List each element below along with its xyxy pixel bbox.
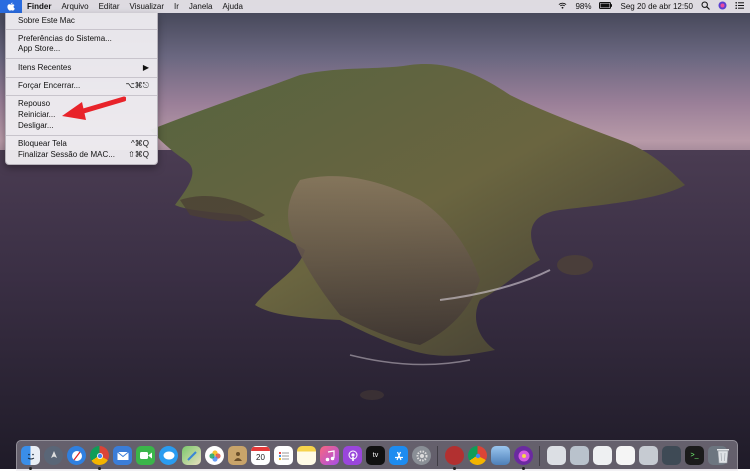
- folder-icon[interactable]: [570, 446, 589, 465]
- menu-shortcut: ⌥⌘⎋: [125, 81, 149, 90]
- menu-separator: [6, 58, 157, 59]
- menu-item-label: Desligar...: [18, 121, 54, 130]
- menu-item-app-store[interactable]: App Store...: [18, 44, 151, 54]
- finder-icon[interactable]: [21, 446, 40, 465]
- menu-editar[interactable]: Editar: [94, 0, 125, 13]
- notification-center-icon[interactable]: [735, 1, 744, 12]
- dock: 20 tv >_: [16, 440, 738, 471]
- window-thumbnail[interactable]: [662, 446, 681, 465]
- menu-item-label: Finalizar Sessão de MAC...: [18, 150, 115, 159]
- app-store-icon[interactable]: [389, 446, 408, 465]
- apple-logo-icon[interactable]: [0, 0, 22, 13]
- menu-arquivo[interactable]: Arquivo: [56, 0, 93, 13]
- battery-percent[interactable]: 98%: [575, 2, 591, 11]
- menu-ir[interactable]: Ir: [169, 0, 184, 13]
- chrome-icon[interactable]: [90, 446, 109, 465]
- status-area: 98% Seg 20 de abr 12:50: [558, 0, 744, 13]
- calendar-day: 20: [256, 453, 265, 462]
- maps-icon[interactable]: [182, 446, 201, 465]
- mail-icon[interactable]: [113, 446, 132, 465]
- menu-separator: [6, 135, 157, 136]
- trash-icon[interactable]: [713, 446, 732, 465]
- menu-item-log-out[interactable]: Finalizar Sessão de MAC... ⇧⌘Q: [18, 150, 151, 160]
- chrome-canary-icon[interactable]: [468, 446, 487, 465]
- document-icon[interactable]: [593, 446, 612, 465]
- menu-ajuda[interactable]: Ajuda: [218, 0, 248, 13]
- menu-item-label: Repouso: [18, 99, 51, 108]
- music-icon[interactable]: [320, 446, 339, 465]
- menu-item-lock-screen[interactable]: Bloquear Tela ^⌘Q: [18, 139, 151, 149]
- photo-booth-icon[interactable]: [445, 446, 464, 465]
- menu-separator: [6, 29, 157, 30]
- menu-item-about-this-mac[interactable]: Sobre Este Mac: [18, 16, 151, 26]
- document-icon-2[interactable]: [616, 446, 635, 465]
- menu-item-recent-items[interactable]: Itens Recentes ▶: [18, 63, 151, 73]
- preview-icon[interactable]: [491, 446, 510, 465]
- notes-icon[interactable]: [297, 446, 316, 465]
- menu-shortcut: ⇧⌘Q: [128, 150, 149, 159]
- menu-janela[interactable]: Janela: [184, 0, 218, 13]
- siri-icon[interactable]: [718, 1, 727, 12]
- menu-separator: [6, 77, 157, 78]
- wifi-icon[interactable]: [558, 1, 567, 12]
- dock-separator: [539, 446, 540, 466]
- submenu-arrow-icon: ▶: [142, 63, 149, 72]
- menu-shortcut: ^⌘Q: [131, 139, 149, 148]
- screenshot-icon[interactable]: [547, 446, 566, 465]
- terminal-icon[interactable]: >_: [685, 446, 704, 465]
- reminders-icon[interactable]: [274, 446, 293, 465]
- menu-visualizar[interactable]: Visualizar: [124, 0, 169, 13]
- menu-item-label: App Store...: [18, 44, 61, 53]
- menu-item-force-quit[interactable]: Forçar Encerrar... ⌥⌘⎋: [18, 81, 151, 91]
- search-icon[interactable]: [701, 1, 710, 12]
- menu-finder[interactable]: Finder: [22, 0, 56, 13]
- podcasts-icon[interactable]: [343, 446, 362, 465]
- menu-item-label: Preferências do Sistema...: [18, 34, 112, 43]
- launchpad-icon[interactable]: [44, 446, 63, 465]
- messages-icon[interactable]: [159, 446, 178, 465]
- menu-item-system-preferences[interactable]: Preferências do Sistema...: [18, 34, 151, 44]
- menu-item-label: Forçar Encerrar...: [18, 81, 81, 90]
- menu-item-label: Reiniciar...: [18, 110, 56, 119]
- clock[interactable]: Seg 20 de abr 12:50: [620, 2, 693, 11]
- menu-item-label: Sobre Este Mac: [18, 16, 75, 25]
- red-arrow-annotation-icon: [62, 96, 126, 120]
- photos-icon[interactable]: [205, 446, 224, 465]
- safari-icon[interactable]: [67, 446, 86, 465]
- flower-app-icon[interactable]: [514, 446, 533, 465]
- menu-item-label: Itens Recentes: [18, 63, 72, 72]
- system-preferences-icon[interactable]: [412, 446, 431, 465]
- facetime-icon[interactable]: [136, 446, 155, 465]
- contacts-icon[interactable]: [228, 446, 247, 465]
- screenshot-thumbnail[interactable]: [639, 446, 658, 465]
- menu-bar: Finder Arquivo Editar Visualizar Ir Jane…: [0, 0, 750, 13]
- menu-item-label: Bloquear Tela: [18, 139, 67, 148]
- calendar-icon[interactable]: 20: [251, 446, 270, 465]
- tv-icon[interactable]: tv: [366, 446, 385, 465]
- battery-icon[interactable]: [599, 2, 613, 11]
- apple-menu-dropdown: Sobre Este Mac Preferências do Sistema..…: [5, 13, 158, 165]
- dock-separator: [437, 446, 438, 466]
